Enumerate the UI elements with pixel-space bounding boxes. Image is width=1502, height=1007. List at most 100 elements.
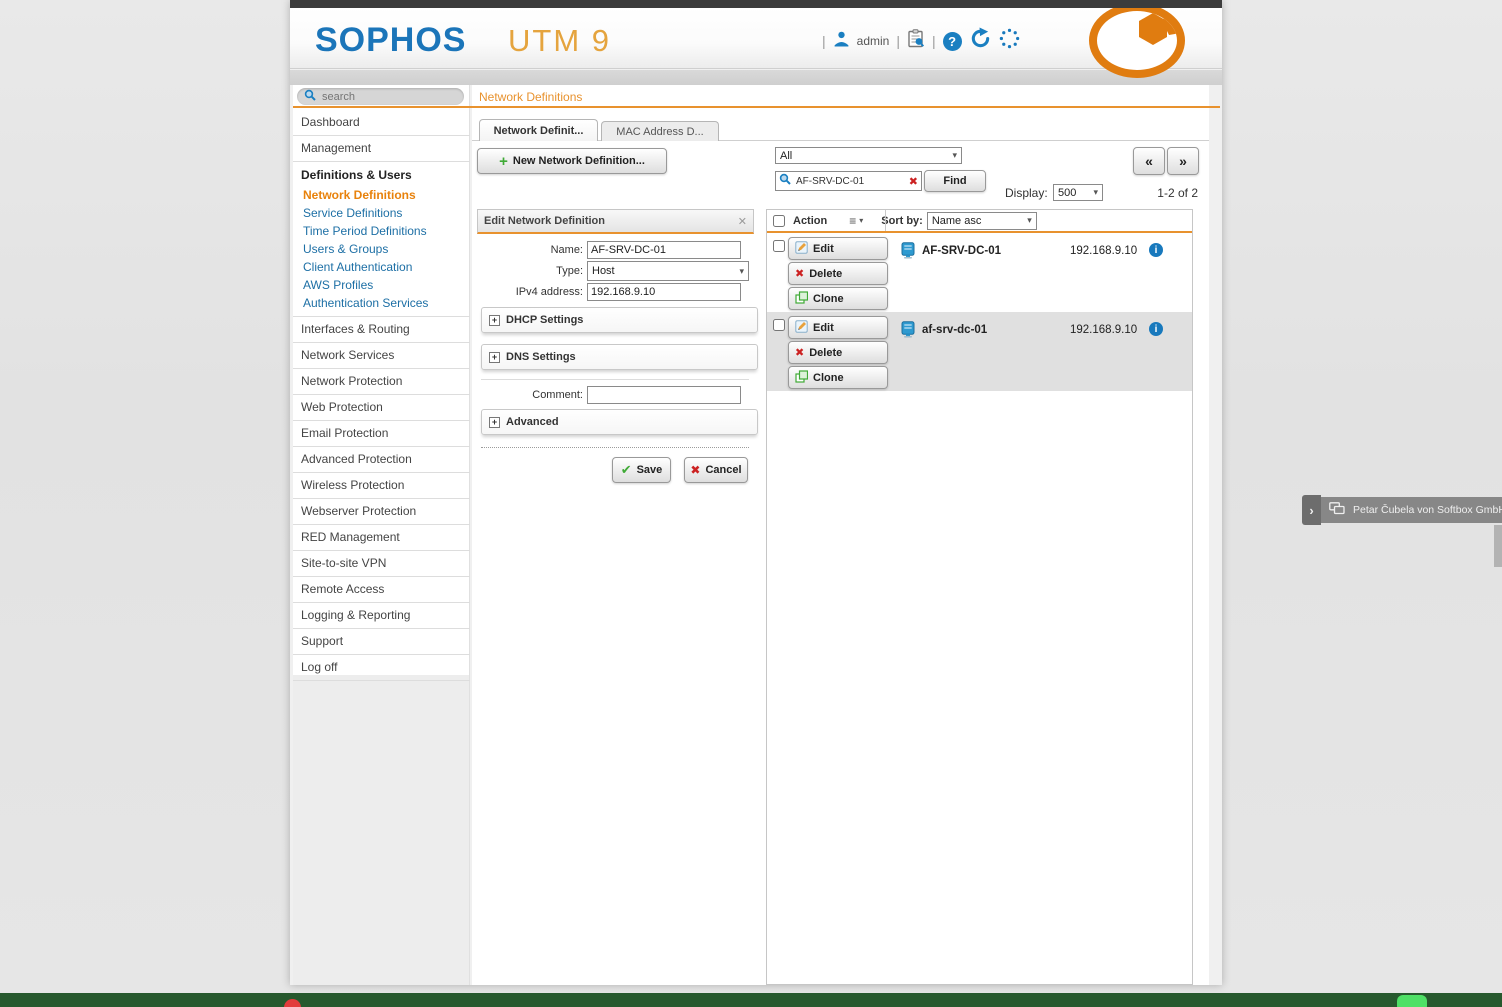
search-icon <box>779 172 791 190</box>
edit-network-definition-panel: Edit Network Definition ✕ Name: Type: Ho… <box>477 209 754 579</box>
display-count-select[interactable]: 500 ▾ <box>1053 184 1103 201</box>
screen-share-peer: Petar Čubela von Softbox GmbH <box>1353 504 1502 516</box>
header-divider-band <box>290 70 1222 85</box>
definition-name[interactable]: AF-SRV-DC-01 <box>922 245 1001 257</box>
delete-button[interactable]: ✖ Delete <box>788 262 888 285</box>
sidebar-item-interfaces-routing[interactable]: Interfaces & Routing <box>293 317 470 343</box>
batch-action-icon[interactable]: ≡ <box>849 214 856 228</box>
sidebar-item-advanced-protection[interactable]: Advanced Protection <box>293 447 470 473</box>
sidebar-item-wireless-protection[interactable]: Wireless Protection <box>293 473 470 499</box>
delete-label: Delete <box>809 347 842 359</box>
sidebar-item-email-protection[interactable]: Email Protection <box>293 421 470 447</box>
sidebar-item-users-groups[interactable]: Users & Groups <box>293 240 470 258</box>
page-next-button[interactable]: » <box>1167 147 1199 175</box>
type-select[interactable]: Host ▾ <box>587 261 749 281</box>
sidebar-item-log-off[interactable]: Log off <box>293 655 470 681</box>
type-field-row: Type: Host ▾ <box>477 262 749 280</box>
advanced-section[interactable]: + Advanced <box>481 409 758 435</box>
sidebar-item-client-authentication[interactable]: Client Authentication <box>293 258 470 276</box>
utm-ball-logo <box>1089 3 1185 78</box>
sidebar-item-management[interactable]: Management <box>293 136 470 162</box>
sidebar-item-network-services[interactable]: Network Services <box>293 343 470 369</box>
dhcp-settings-section[interactable]: + DHCP Settings <box>481 307 758 333</box>
tab-mac-address-definitions[interactable]: MAC Address D... <box>601 121 719 141</box>
sidebar-item-red-management[interactable]: RED Management <box>293 525 470 551</box>
sophos-logo: SOPHOS <box>315 21 466 60</box>
dns-settings-section[interactable]: + DNS Settings <box>481 344 758 370</box>
find-button[interactable]: Find <box>924 170 986 192</box>
edit-icon <box>795 320 808 336</box>
comment-label: Comment: <box>477 389 587 401</box>
edit-icon <box>795 241 808 257</box>
expand-icon: + <box>489 315 500 326</box>
sidebar-item-service-definitions[interactable]: Service Definitions <box>293 204 470 222</box>
check-icon: ✔ <box>621 462 632 478</box>
edit-label: Edit <box>813 322 834 334</box>
sidebar-item-dashboard[interactable]: Dashboard <box>293 110 470 136</box>
clone-button[interactable]: Clone <box>788 366 888 389</box>
select-all-checkbox[interactable] <box>773 215 785 227</box>
name-input[interactable] <box>587 241 741 259</box>
share-status-pill[interactable] <box>1397 995 1427 1007</box>
row-checkbox[interactable] <box>773 240 785 252</box>
delete-label: Delete <box>809 268 842 280</box>
clone-button[interactable]: Clone <box>788 287 888 310</box>
table-row: Edit ✖ Delete Clone AF-SRV-DC-01 192.168… <box>767 233 1192 312</box>
chevron-down-icon: ▾ <box>739 266 744 277</box>
chevron-down-icon: ▾ <box>1027 215 1032 226</box>
definition-name[interactable]: af-srv-dc-01 <box>922 324 987 336</box>
screen-share-icon <box>1329 502 1345 518</box>
sidebar-item-authentication-services[interactable]: Authentication Services <box>293 294 470 312</box>
sidebar-item-network-protection[interactable]: Network Protection <box>293 369 470 395</box>
sidebar-item-logging-reporting[interactable]: Logging & Reporting <box>293 603 470 629</box>
sidebar-item-time-period-definitions[interactable]: Time Period Definitions <box>293 222 470 240</box>
header-userbar: | admin | | ? <box>822 27 1020 55</box>
breadcrumb: Network Definitions <box>479 90 582 104</box>
help-icon[interactable]: ? <box>943 32 962 51</box>
scope-select[interactable]: All ▾ <box>775 147 962 164</box>
page-prev-button[interactable]: « <box>1133 147 1165 175</box>
separator: | <box>822 33 826 49</box>
comment-input[interactable] <box>587 386 741 404</box>
sidebar-item-webserver-protection[interactable]: Webserver Protection <box>293 499 470 525</box>
table-header: Action ≡ ▾ Sort by: Name asc ▾ <box>767 210 1192 233</box>
main-content-panel: Network Definit... MAC Address D... + Ne… <box>472 85 1209 985</box>
cross-icon: ✖ <box>690 463 700 477</box>
delete-icon: ✖ <box>795 267 804 280</box>
name-label: Name: <box>477 244 587 256</box>
sidebar-item-remote-access[interactable]: Remote Access <box>293 577 470 603</box>
overlay-expand-tab[interactable]: › <box>1302 495 1321 525</box>
sidebar-search <box>297 88 464 105</box>
sidebar-item-web-protection[interactable]: Web Protection <box>293 395 470 421</box>
refresh-icon[interactable] <box>969 27 992 55</box>
table-search-input[interactable] <box>794 175 906 188</box>
clipboard-icon[interactable] <box>907 29 925 53</box>
header-divider <box>885 210 886 231</box>
ipv4-input[interactable] <box>587 283 741 301</box>
edit-button[interactable]: Edit <box>788 316 888 339</box>
sidebar-search-input[interactable] <box>320 90 444 104</box>
sort-select[interactable]: Name asc ▾ <box>927 212 1037 230</box>
user-icon <box>833 30 850 52</box>
sidebar-item-aws-profiles[interactable]: AWS Profiles <box>293 276 470 294</box>
dhcp-settings-label: DHCP Settings <box>506 314 583 326</box>
sidebar-item-site-to-site-vpn[interactable]: Site-to-site VPN <box>293 551 470 577</box>
info-icon[interactable]: i <box>1149 322 1163 336</box>
tab-network-definitions[interactable]: Network Definit... <box>479 119 598 141</box>
sidebar-item-network-definitions[interactable]: Network Definitions <box>293 186 470 204</box>
new-network-definition-button[interactable]: + New Network Definition... <box>477 148 667 174</box>
screen-share-banner: Petar Čubela von Softbox GmbH <box>1321 497 1502 523</box>
close-icon[interactable]: ✕ <box>738 215 747 228</box>
breadcrumb-underline <box>293 106 1220 108</box>
sidebar-item-support[interactable]: Support <box>293 629 470 655</box>
row-checkbox[interactable] <box>773 319 785 331</box>
info-icon[interactable]: i <box>1149 243 1163 257</box>
scope-select-value: All <box>780 150 792 162</box>
edit-button[interactable]: Edit <box>788 237 888 260</box>
cancel-button[interactable]: ✖ Cancel <box>684 457 748 483</box>
sidebar-section-definitions-users[interactable]: Definitions & Users <box>293 162 470 186</box>
delete-button[interactable]: ✖ Delete <box>788 341 888 364</box>
clear-search-icon[interactable]: ✖ <box>909 175 918 188</box>
save-button[interactable]: ✔ Save <box>612 457 671 483</box>
divider <box>481 379 749 380</box>
